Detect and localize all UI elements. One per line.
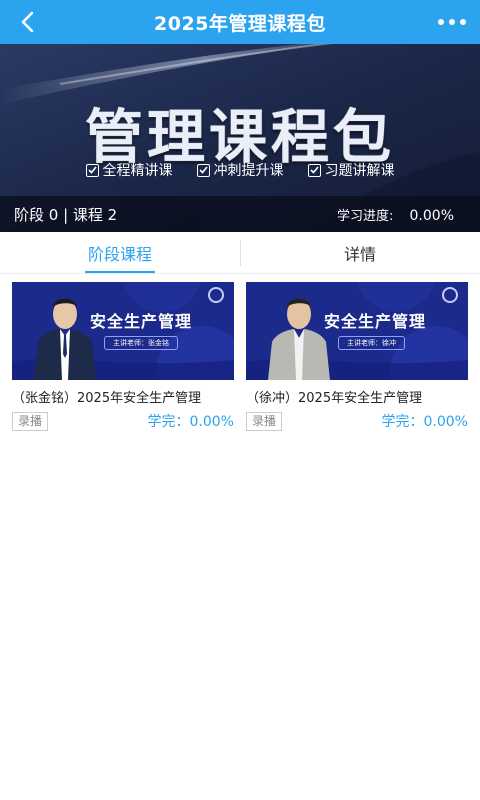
ring-decoration (208, 287, 224, 303)
tab-label: 阶段课程 (87, 244, 152, 264)
thumbnail-title: 安全生产管理 (324, 312, 427, 331)
course-meta: 录播 学完：0.00% (12, 411, 234, 431)
course-card[interactable]: 安全生产管理 主讲老师：徐冲 （徐冲）2025年安全生产管理 录播 学完：0.0… (246, 282, 468, 431)
chevron-left-icon (21, 11, 34, 33)
completion-status: 学完：0.00% (381, 414, 468, 430)
check-square-icon (85, 163, 99, 177)
back-button[interactable] (14, 8, 42, 36)
recorded-badge: 录播 (12, 411, 49, 431)
check-square-icon (196, 163, 210, 177)
thumbnail-teacher: 主讲老师：张金铭 (104, 336, 178, 350)
check-square-icon (307, 163, 321, 177)
feature-label: 冲刺提升课 (213, 163, 284, 179)
banner-features: 全程精讲课 冲刺提升课 习题讲解课 (0, 160, 480, 180)
thumbnail-title: 安全生产管理 (90, 312, 193, 331)
thumbnail-teacher: 主讲老师：徐冲 (338, 336, 405, 350)
feature-item: 全程精讲课 (85, 160, 173, 180)
teacher-photo (34, 298, 96, 380)
course-thumbnail: 安全生产管理 主讲老师：张金铭 (12, 282, 234, 380)
tab-details[interactable]: 详情 (240, 232, 480, 273)
feature-label: 习题讲解课 (324, 163, 395, 179)
stage-course-count: 阶段 0 | 课程 2 (14, 205, 118, 224)
course-list: 安全生产管理 主讲老师：张金铭 （张金铭）2025年安全生产管理 录播 学完：0… (12, 282, 468, 431)
page-title: 2025年管理课程包 (154, 12, 326, 35)
study-progress: 学习进度: 0.00% (337, 205, 454, 224)
course-title: （张金铭）2025年安全生产管理 (12, 391, 202, 406)
recorded-badge: 录播 (246, 411, 283, 431)
top-bar: 2025年管理课程包 (0, 0, 480, 44)
progress-value: 0.00% (409, 207, 454, 224)
course-thumbnail: 安全生产管理 主讲老师：徐冲 (246, 282, 468, 380)
feature-item: 冲刺提升课 (196, 160, 284, 180)
tab-active-indicator (85, 271, 155, 273)
tab-divider (240, 240, 241, 266)
course-card[interactable]: 安全生产管理 主讲老师：张金铭 （张金铭）2025年安全生产管理 录播 学完：0… (12, 282, 234, 431)
course-title: （徐冲）2025年安全生产管理 (246, 391, 423, 406)
more-horizontal-icon (438, 19, 466, 25)
tab-label: 详情 (343, 244, 376, 264)
course-banner: 管理课程包 全程精讲课 冲刺提升课 习题讲解课 阶段 0 | 课程 2 学习进度… (0, 44, 480, 232)
banner-info-bar: 阶段 0 | 课程 2 学习进度: 0.00% (0, 196, 480, 232)
more-button[interactable] (436, 8, 468, 36)
progress-label: 学习进度: (336, 208, 394, 224)
feature-label: 全程精讲课 (102, 163, 173, 179)
teacher-photo (268, 298, 330, 380)
course-meta: 录播 学完：0.00% (246, 411, 468, 431)
completion-status: 学完：0.00% (147, 414, 234, 430)
ring-decoration (442, 287, 458, 303)
tab-stage-courses[interactable]: 阶段课程 (0, 232, 240, 273)
feature-item: 习题讲解课 (307, 160, 395, 180)
